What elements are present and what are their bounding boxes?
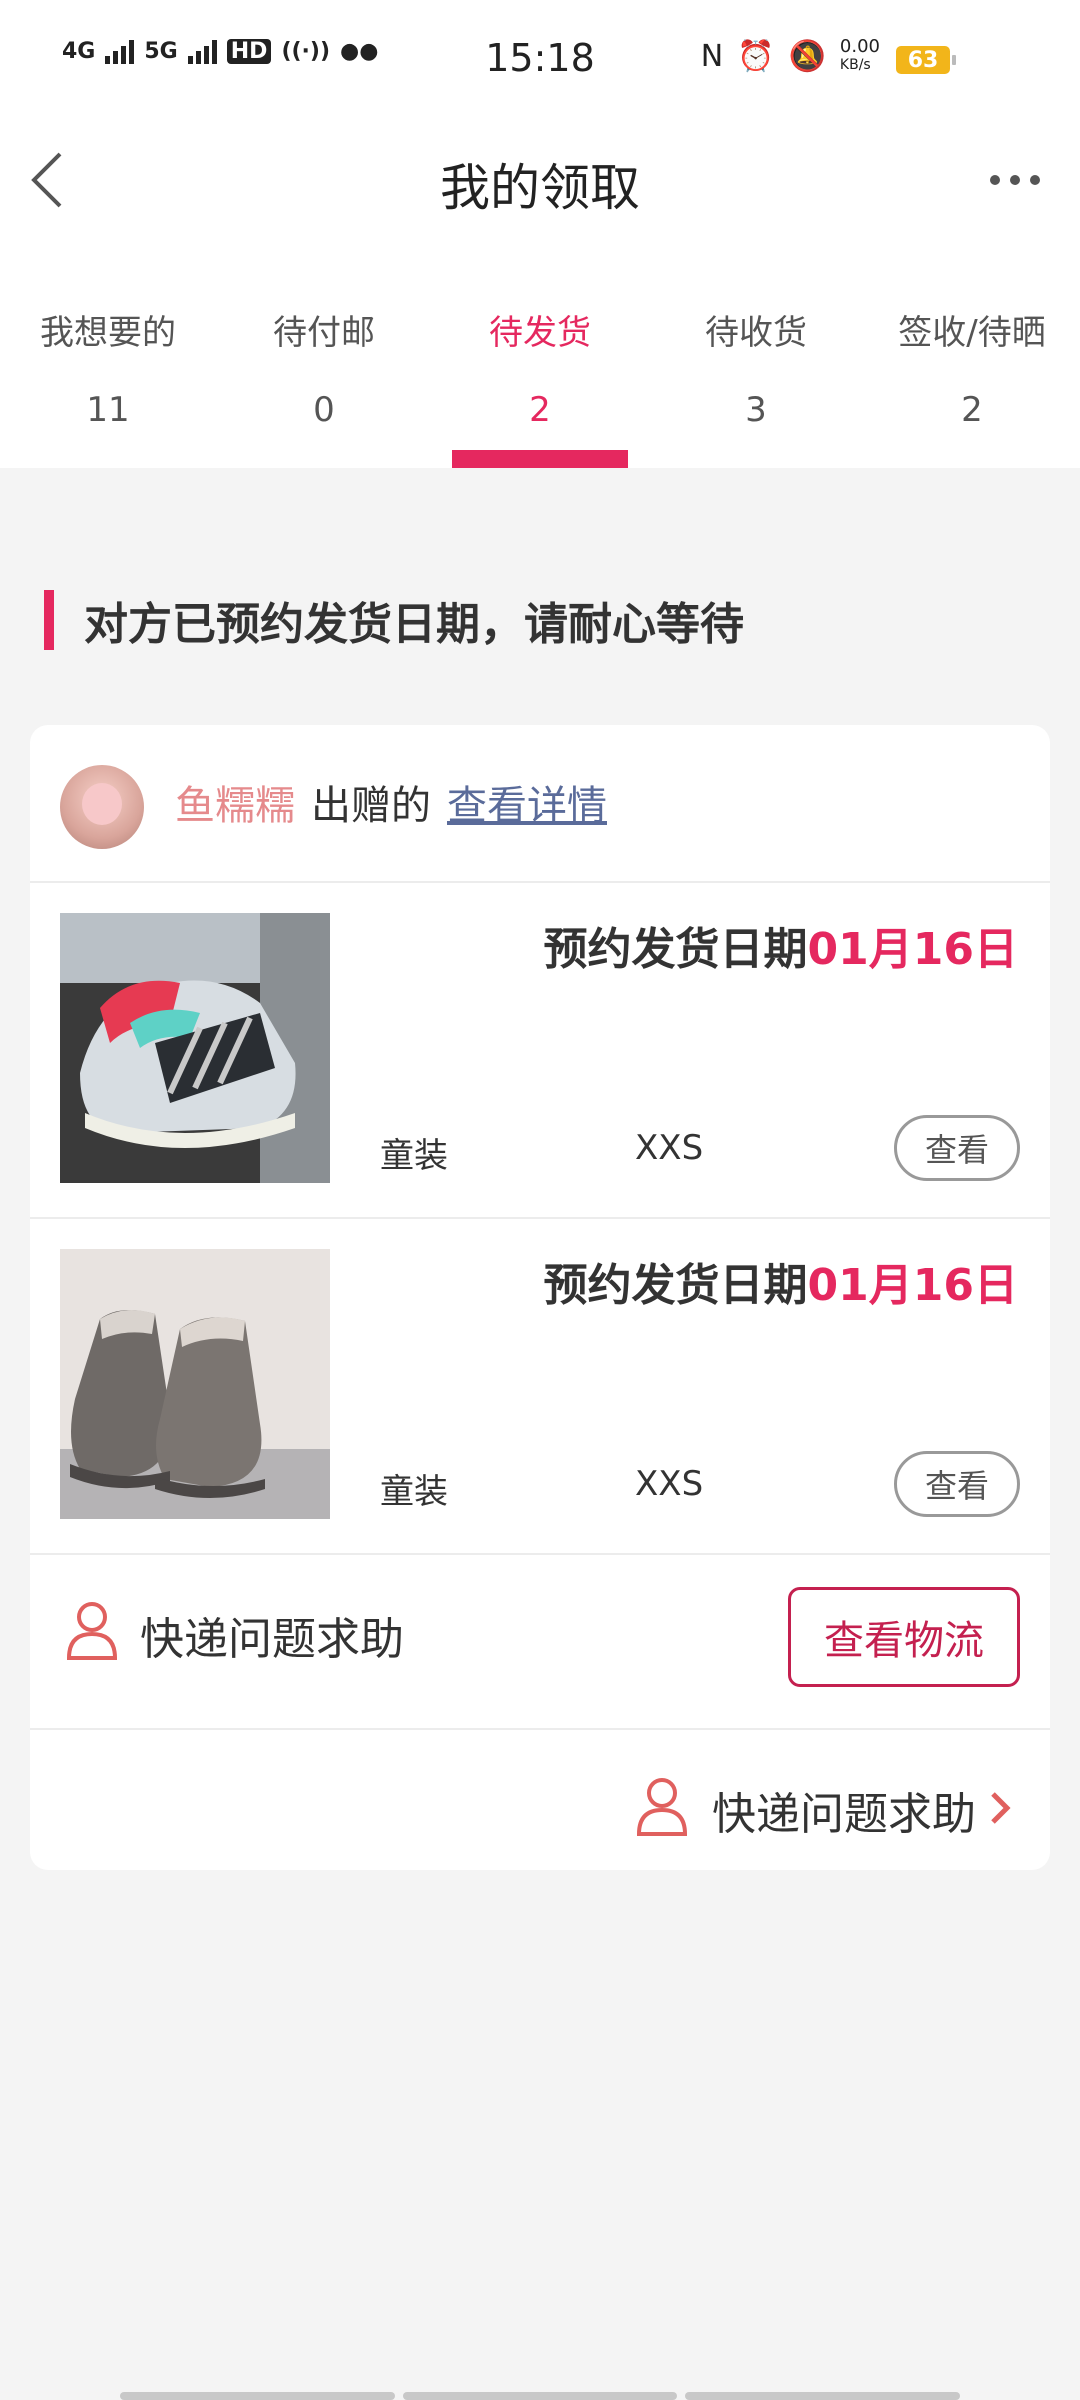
tab-count: 3 (745, 390, 767, 430)
more-button[interactable] (990, 175, 1040, 185)
chevron-right-icon (991, 1792, 1011, 1824)
item-size: XXS (635, 1128, 704, 1168)
donor-suffix: 出赠的 (311, 783, 431, 829)
donor-name[interactable]: 鱼糯糯 (175, 773, 295, 831)
item-category: 童装 (380, 1136, 448, 1176)
tab-count: 0 (313, 390, 335, 430)
shipping-help-row: 快递问题求助 查看物流 (30, 1555, 1050, 1730)
item-image[interactable] (60, 913, 330, 1183)
ship-date-value: 01月16日 (807, 1260, 1018, 1311)
ship-date: 预约发货日期01月16日 (544, 913, 1018, 977)
shipping-help-bottom[interactable]: 快递问题求助 (30, 1730, 1050, 1870)
item-size: XXS (635, 1464, 704, 1504)
app-header: 我的领取 (0, 120, 1080, 290)
tab-count: 2 (961, 390, 983, 430)
notice-banner: 对方已预约发货日期，请耐心等待 (44, 588, 744, 652)
mute-icon: 🔕 (788, 38, 826, 74)
status-right: Ν ⏰ 🔕 0.00 KB/s (701, 38, 880, 74)
tab-label: 签收/待晒 (898, 313, 1046, 353)
data-rate-value: 0.00 (839, 36, 880, 57)
item-category: 童装 (380, 1472, 448, 1512)
notice-text: 对方已预约发货日期，请耐心等待 (84, 599, 744, 650)
tab-count: 2 (529, 390, 551, 430)
page-title: 我的领取 (440, 159, 640, 217)
more-dot-icon (1030, 175, 1040, 185)
view-button[interactable]: 查看 (894, 1115, 1020, 1181)
ship-date-label: 预约发货日期 (543, 924, 808, 975)
list-item[interactable]: 预约发货日期01月16日 童装 XXS 查看 (30, 883, 1050, 1219)
sneaker-image (60, 913, 330, 1183)
tab-indicator (452, 450, 628, 468)
ship-date-label: 预约发货日期 (543, 1260, 808, 1311)
battery-icon: 63 (896, 46, 956, 74)
gesture-bar (120, 2392, 961, 2400)
avatar[interactable] (60, 765, 144, 849)
status-tabs: 我想要的 11 待付邮 0 待发货 2 待收货 3 签收/待晒 2 (0, 290, 1080, 468)
item-image[interactable] (60, 1249, 330, 1519)
nfc-icon: Ν (700, 38, 724, 74)
tab-label: 待发货 (489, 313, 591, 353)
user-icon (636, 1778, 688, 1836)
view-details-link[interactable]: 查看详情 (447, 773, 607, 831)
more-dot-icon (990, 175, 1000, 185)
alarm-icon: ⏰ (737, 38, 775, 74)
view-button[interactable]: 查看 (894, 1451, 1020, 1517)
status-bar: 4G 5G HD ((·)) ●● 15:18 Ν ⏰ 🔕 0.00 KB/s … (0, 0, 1080, 120)
tab-pending-shipment[interactable]: 待发货 2 (432, 290, 648, 468)
tab-received[interactable]: 签收/待晒 2 (864, 290, 1080, 468)
tab-label: 待收货 (705, 313, 807, 353)
data-rate: 0.00 KB/s (840, 38, 880, 74)
tab-pending-receipt[interactable]: 待收货 3 (648, 290, 864, 468)
tab-wanted[interactable]: 我想要的 11 (0, 290, 216, 468)
view-logistics-button[interactable]: 查看物流 (788, 1587, 1020, 1687)
more-dot-icon (1010, 175, 1020, 185)
donor-row: 鱼糯糯 出赠的 查看详情 (30, 725, 1050, 883)
donor-info: 鱼糯糯 出赠的 查看详情 (175, 773, 607, 831)
tab-count: 11 (86, 390, 130, 430)
list-item[interactable]: 预约发货日期01月16日 童装 XXS 查看 (30, 1219, 1050, 1555)
tab-label: 待付邮 (273, 313, 375, 353)
user-icon (66, 1602, 118, 1660)
notice-accent-bar (44, 590, 54, 650)
order-card: 鱼糯糯 出赠的 查看详情 预约发货日期01月16日 童装 XXS 查看 预约发货… (30, 725, 1050, 1870)
tab-label: 我想要的 (40, 313, 176, 353)
data-rate-unit: KB/s (839, 57, 871, 73)
shipping-help-label: 快递问题求助 (712, 1789, 976, 1840)
boots-image (60, 1249, 330, 1519)
battery-level: 63 (907, 47, 939, 73)
shipping-help-link[interactable]: 快递问题求助 (140, 1603, 404, 1667)
ship-date: 预约发货日期01月16日 (544, 1249, 1018, 1313)
tab-pending-postage[interactable]: 待付邮 0 (216, 290, 432, 468)
ship-date-value: 01月16日 (807, 924, 1018, 975)
